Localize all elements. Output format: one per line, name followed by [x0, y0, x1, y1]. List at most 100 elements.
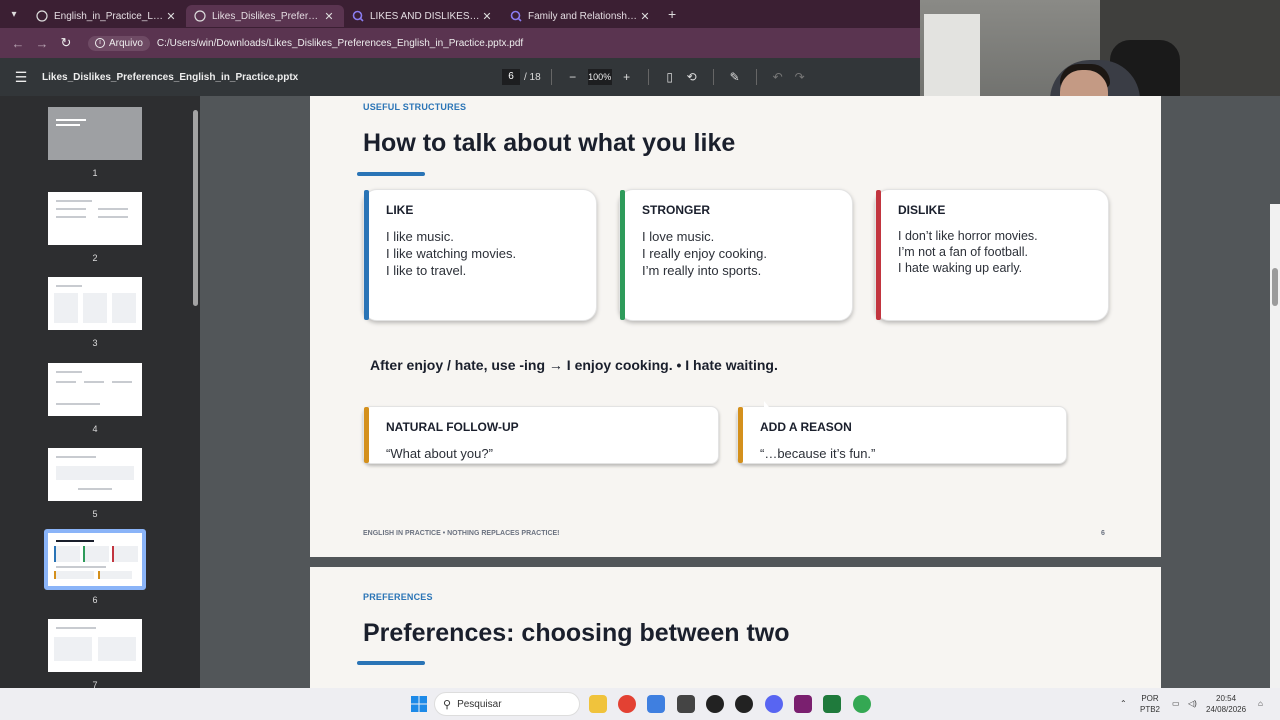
thumb-text-line — [56, 124, 80, 126]
toolbar-divider — [550, 69, 552, 85]
like-card: LIKE I like music. I like watching movie… — [363, 189, 597, 321]
card-heading: DISLIKE — [898, 203, 946, 217]
stronger-card: STRONGER I love music. I really enjoy co… — [619, 189, 853, 321]
clock-date: 24/08/2026 — [1206, 705, 1247, 714]
document-title: Likes_Dislikes_Preferences_English_in_Pr… — [42, 71, 299, 83]
zoom-in-icon[interactable]: + — [616, 70, 638, 84]
language-layout: PTB2 — [1140, 705, 1161, 714]
thumb-text-line — [56, 216, 86, 218]
chevron-up-icon[interactable]: ⌃ — [1120, 698, 1127, 709]
redo-icon[interactable]: ↷ — [789, 70, 811, 84]
sidebar-scrollbar-thumb[interactable] — [193, 110, 198, 306]
app-icon[interactable] — [706, 695, 724, 713]
annotate-icon[interactable]: ✎ — [724, 70, 746, 84]
thumb-text-line — [56, 200, 92, 202]
network-icon[interactable]: ▭ — [1172, 698, 1180, 709]
rotate-icon[interactable]: ⟲ — [681, 70, 703, 84]
excel-icon[interactable] — [823, 695, 841, 713]
app-icon[interactable] — [677, 695, 695, 713]
tab-label: LIKES AND DISLIKES Vocabulary — [370, 10, 480, 22]
viewer-scrollbar-thumb[interactable] — [1272, 268, 1278, 306]
search-icon — [510, 10, 522, 22]
forward-icon[interactable]: → — [30, 36, 54, 51]
thumbnail-number: 6 — [92, 595, 98, 605]
tab-lesson-04[interactable]: English_in_Practice_Lesson_04_L ✕ — [28, 5, 186, 27]
slide-eyebrow: USEFUL STRUCTURES — [363, 102, 467, 112]
thumbnail-number: 1 — [92, 168, 98, 178]
app-icon[interactable] — [735, 695, 753, 713]
tab-likes-vocabulary[interactable]: LIKES AND DISLIKES Vocabulary ✕ — [344, 5, 502, 27]
thumb-text-line — [98, 208, 128, 210]
page-thumbnail-3[interactable] — [48, 277, 142, 330]
card-line: I really enjoy cooking. — [642, 246, 768, 261]
slide-page-number: 6 — [1101, 530, 1105, 537]
tab-likes-dislikes[interactable]: Likes_Dislikes_Preferences_Engl ✕ — [186, 5, 344, 27]
slide-page-7: PREFERENCES Preferences: choosing betwee… — [310, 567, 1161, 688]
file-explorer-icon[interactable] — [589, 695, 607, 713]
toolbar-divider — [755, 69, 757, 85]
language-indicator[interactable]: POR PTB2 — [1140, 693, 1160, 715]
card-line: I don’t like horror movies. — [898, 229, 1038, 243]
chrome-icon[interactable] — [853, 695, 871, 713]
title-underline — [357, 172, 425, 176]
thumb-box — [83, 293, 107, 323]
taskbar: ⚲ Pesquisar ⌃ POR PTB2 ▭ ◁) 20:54 24/08/… — [0, 688, 1280, 720]
menu-icon[interactable]: ☰ — [0, 69, 42, 86]
back-icon[interactable]: ← — [6, 36, 30, 51]
search-icon: ⚲ — [443, 698, 452, 711]
omnibox[interactable]: i Arquivo C:/Users/win/Downloads/Likes_D… — [88, 35, 523, 51]
taskbar-search[interactable]: ⚲ Pesquisar — [434, 692, 580, 716]
page-thumbnail-7[interactable] — [48, 619, 142, 672]
slide-footer: ENGLISH IN PRACTICE • NOTHING REPLACES P… — [363, 530, 560, 537]
close-icon[interactable]: ✕ — [322, 10, 336, 23]
card-line: I like watching movies. — [386, 246, 517, 261]
thumb-box — [112, 546, 138, 562]
zoom-input[interactable]: 100% — [587, 69, 612, 85]
discord-icon[interactable] — [765, 695, 783, 713]
tab-search-menu-icon[interactable]: ▾ — [0, 0, 28, 28]
page-thumbnail-1[interactable] — [48, 107, 142, 160]
page-number-input[interactable]: 6 — [502, 69, 520, 85]
tab-family-vocabulary[interactable]: Family and Relationships Vocab ✕ — [502, 5, 660, 27]
reason-card: ADD A REASON “…because it’s fun.” — [737, 406, 1067, 464]
clock[interactable]: 20:54 24/08/2026 — [1206, 693, 1246, 715]
windows-start-icon[interactable] — [410, 695, 428, 713]
toolbar-divider — [712, 69, 714, 85]
page-thumbnail-5[interactable] — [48, 448, 142, 501]
search-placeholder: Pesquisar — [457, 698, 502, 710]
app-icon[interactable] — [794, 695, 812, 713]
thumb-text-line — [56, 285, 82, 287]
close-icon[interactable]: ✕ — [164, 10, 178, 23]
close-icon[interactable]: ✕ — [638, 10, 652, 23]
slide-eyebrow: PREFERENCES — [363, 592, 433, 602]
thumb-text-line — [56, 381, 76, 383]
page-thumbnail-4[interactable] — [48, 363, 142, 416]
card-heading: NATURAL FOLLOW-UP — [386, 420, 519, 434]
card-line: I hate waking up early. — [898, 261, 1023, 275]
thumb-box — [56, 466, 134, 480]
thumb-text-line — [56, 627, 96, 629]
card-heading: ADD A REASON — [760, 420, 852, 434]
chrome-icon[interactable] — [618, 695, 636, 713]
thumb-box — [54, 293, 78, 323]
page-thumbnail-6[interactable] — [48, 533, 142, 586]
notification-icon[interactable]: ⌂ — [1258, 698, 1263, 709]
page-thumbnail-2[interactable] — [48, 192, 142, 245]
close-icon[interactable]: ✕ — [480, 10, 494, 23]
reload-icon[interactable]: ↻ — [54, 35, 78, 51]
thumb-text-line — [56, 566, 106, 568]
card-accent-bar — [876, 190, 881, 320]
volume-icon[interactable]: ◁) — [1188, 698, 1197, 709]
card-line: I’m not a fan of football. — [898, 245, 1028, 259]
thumb-text-line — [56, 119, 86, 121]
new-tab-button[interactable]: + — [668, 6, 676, 22]
app-icon[interactable] — [647, 695, 665, 713]
search-icon — [352, 10, 364, 22]
zoom-out-icon[interactable]: − — [562, 70, 584, 84]
thumbnail-number: 3 — [92, 338, 98, 348]
url-text[interactable]: C:/Users/win/Downloads/Likes_Dislikes_Pr… — [157, 38, 523, 49]
site-info-chip[interactable]: i Arquivo — [88, 35, 150, 51]
fit-page-icon[interactable]: ▯ — [659, 70, 681, 84]
undo-icon[interactable]: ↶ — [767, 70, 789, 84]
thumb-text-line — [98, 216, 128, 218]
